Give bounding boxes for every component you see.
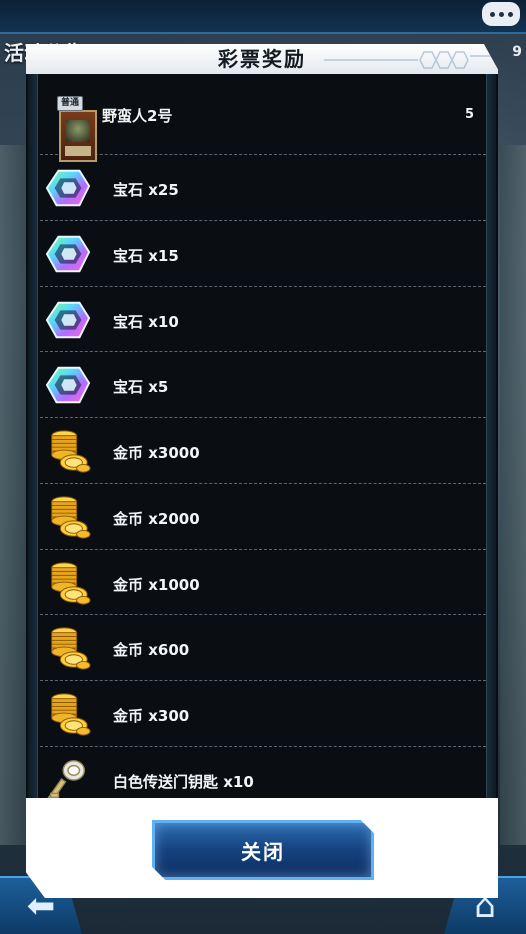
reward-row: 白色传送门钥匙 x10: [40, 747, 486, 798]
gem-icon: [44, 229, 92, 279]
monster-card-icon: 普通: [44, 74, 97, 162]
gem-icon: [44, 295, 92, 345]
gold-coins-icon: [44, 689, 92, 739]
reward-row: 普通 野蛮人2号 5: [40, 74, 486, 162]
top-bar: [0, 0, 526, 34]
gold-coins-icon: [44, 492, 92, 542]
reward-label: 金币 x1000: [113, 575, 200, 594]
reward-label: 野蛮人2号: [102, 107, 173, 125]
reward-label: 金币 x300: [113, 707, 190, 725]
reward-list[interactable]: 普通 野蛮人2号 5 宝石 x25 宝石 x15 宝石 x10 宝石 x5 金币…: [26, 74, 498, 798]
reward-quantity: 5: [464, 107, 474, 122]
reward-label: 宝石 x15: [113, 247, 179, 265]
reward-row: 金币 x3000: [40, 418, 486, 484]
reward-row: 金币 x300: [40, 681, 486, 747]
reward-row: 宝石 x15: [40, 221, 486, 287]
reward-label: 宝石 x25: [113, 181, 179, 199]
reward-row: 金币 x1000: [40, 550, 486, 615]
reward-row: 金币 x600: [40, 615, 486, 681]
background-right-panel: [500, 145, 526, 845]
reward-row: 宝石 x5: [40, 352, 486, 418]
reward-label: 宝石 x5: [113, 378, 169, 396]
reward-label: 金币 x600: [113, 641, 190, 659]
gem-icon: [44, 360, 92, 410]
corner-number: 9: [512, 44, 522, 60]
reward-label: 白色传送门钥匙 x10: [113, 773, 254, 791]
reward-label: 金币 x3000: [113, 444, 200, 462]
card-rarity-badge: 普通: [57, 96, 83, 111]
list-left-rail: [28, 74, 38, 798]
chat-icon[interactable]: [482, 2, 520, 26]
gold-coins-icon: [44, 426, 92, 476]
reward-row: 金币 x2000: [40, 484, 486, 550]
reward-row: 宝石 x10: [40, 287, 486, 352]
list-right-rail: [486, 74, 496, 798]
gold-coins-icon: [44, 558, 92, 608]
white-gate-key-icon: [44, 755, 92, 798]
dialog-title: 彩票奖励: [218, 47, 306, 71]
gold-coins-icon: [44, 623, 92, 673]
lottery-reward-dialog: 彩票奖励 普通 野蛮人2号 5 宝石 x25 宝石 x15 宝石 x10 宝石 …: [26, 44, 498, 898]
gem-icon: [44, 163, 92, 213]
background-left-panel: [0, 145, 26, 845]
reward-row: 宝石 x25: [40, 155, 486, 221]
close-button[interactable]: 关闭: [152, 820, 374, 880]
reward-label: 金币 x2000: [113, 510, 200, 528]
reward-label: 宝石 x10: [113, 312, 179, 331]
dialog-header: 彩票奖励: [26, 44, 498, 74]
